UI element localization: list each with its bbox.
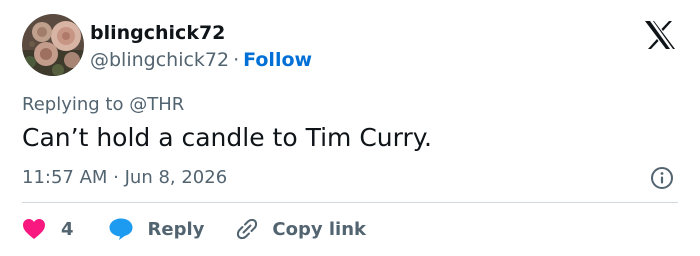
tweet-card: blingchick72 @blingchick72 · Follow Replyi… [0, 0, 700, 256]
speech-bubble-icon [109, 218, 133, 240]
author-handle[interactable]: @blingchick72 [90, 49, 229, 71]
copy-link-button[interactable]: Copy link [234, 216, 366, 242]
info-icon[interactable] [650, 166, 674, 190]
separator-dot: · [233, 49, 240, 71]
tweet-text: Can’t hold a candle to Tim Curry. [22, 123, 432, 152]
author-display-name[interactable]: blingchick72 [90, 20, 225, 46]
link-icon [237, 218, 258, 240]
tweet-timestamp[interactable]: 11:57 AM · Jun 8, 2026 [22, 165, 227, 191]
copy-link-label: Copy link [272, 218, 366, 240]
author-handle-line: @blingchick72 · Follow [90, 47, 312, 73]
replying-to[interactable]: Replying to @THR [22, 93, 184, 117]
reply-button[interactable]: Reply [108, 217, 205, 241]
action-bar: 4 Reply Copy link [22, 214, 366, 244]
x-logo-icon[interactable] [643, 20, 677, 50]
like-count: 4 [61, 218, 74, 240]
heart-icon [23, 219, 45, 239]
like-button[interactable]: 4 [22, 218, 74, 240]
reply-label: Reply [147, 218, 205, 240]
avatar[interactable] [22, 14, 84, 76]
follow-button[interactable]: Follow [243, 49, 312, 71]
divider [22, 202, 678, 203]
